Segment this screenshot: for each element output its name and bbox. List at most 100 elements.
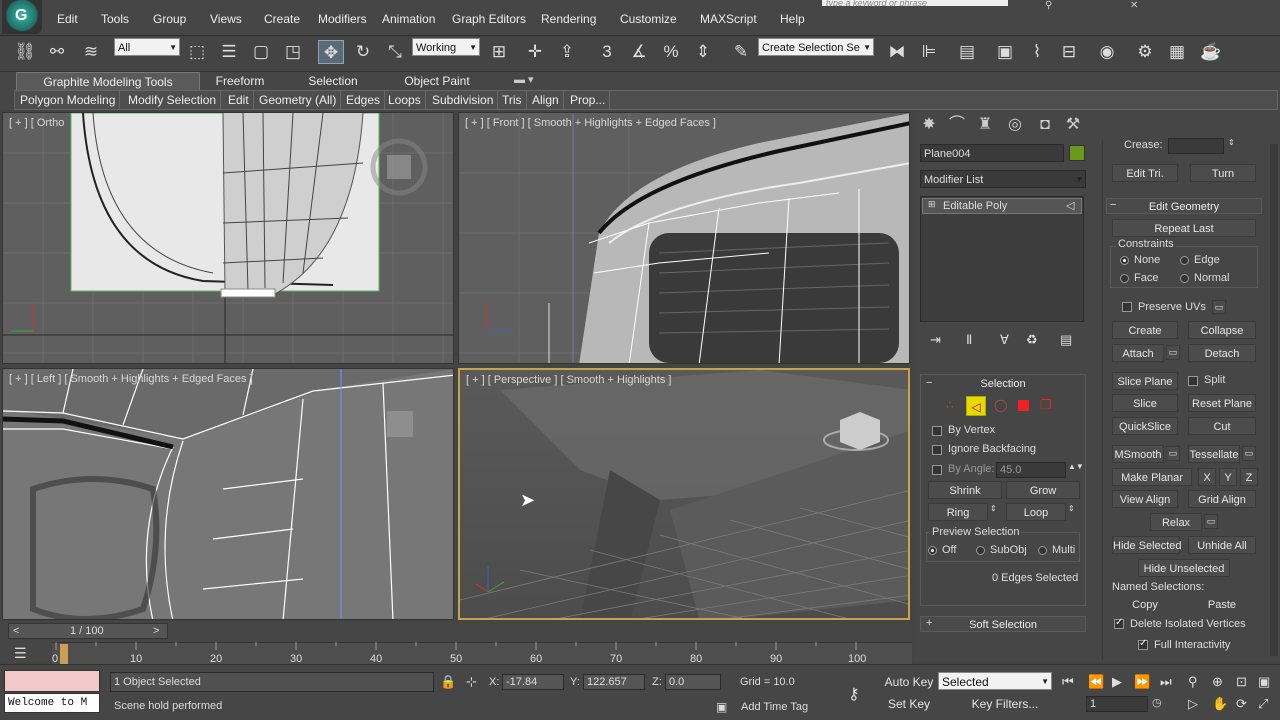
edit-geometry-title[interactable]: Edit Geometry <box>1106 198 1262 214</box>
edit-geometry-collapse-icon[interactable]: − <box>1110 199 1116 211</box>
zoom-all-icon[interactable]: ⊕ <box>1212 674 1223 690</box>
menu-animation[interactable]: Animation <box>382 12 435 26</box>
rotate-icon[interactable]: ↻ <box>350 40 376 64</box>
loop-button[interactable]: Loop <box>1006 503 1066 521</box>
preserve-uvs-checkbox[interactable] <box>1122 302 1132 312</box>
menu-help[interactable]: Help <box>780 12 805 26</box>
auto-key-button[interactable]: Auto Key <box>884 673 934 691</box>
search-input[interactable]: type a keyword or phrase <box>822 0 1008 6</box>
layer-manager-icon[interactable]: ▤ <box>954 40 980 64</box>
menu-graph-editors[interactable]: Graph Editors <box>452 12 526 26</box>
y-coord-field[interactable]: 122.657 <box>583 674 645 690</box>
select-by-name-icon[interactable]: ☰ <box>216 40 242 64</box>
close-icon[interactable]: ✕ <box>1130 0 1138 11</box>
mirror-icon[interactable]: ⧓ <box>884 40 910 64</box>
viewport-left-label[interactable]: [ + ] [ Left ] [ Smooth + Highlights + E… <box>9 373 253 385</box>
crease-spinner[interactable] <box>1168 138 1224 154</box>
relax-button[interactable]: Relax <box>1150 513 1202 531</box>
split-checkbox[interactable] <box>1188 376 1198 386</box>
tessellate-button[interactable]: Tessellate <box>1188 445 1240 463</box>
maxscript-listener-top[interactable] <box>4 670 100 692</box>
preview-off-radio[interactable] <box>928 546 937 555</box>
preview-subobj-radio[interactable] <box>976 546 985 555</box>
angle-snap-icon[interactable]: ∡ <box>626 40 652 64</box>
x-coord-field[interactable]: -17.84 <box>502 674 564 690</box>
msmooth-button[interactable]: MSmooth <box>1112 445 1164 463</box>
add-time-tag-button[interactable]: Add Time Tag <box>741 701 808 713</box>
rollout-collapse-icon[interactable]: − <box>926 377 932 389</box>
constraint-face-radio[interactable] <box>1120 274 1129 283</box>
slice-plane-button[interactable]: Slice Plane <box>1112 372 1178 390</box>
relax-settings-button[interactable]: ▭ <box>1204 514 1218 529</box>
reset-plane-button[interactable]: Reset Plane <box>1188 394 1256 412</box>
menu-customize[interactable]: Customize <box>620 12 677 26</box>
menu-maxscript[interactable]: MAXScript <box>700 12 757 26</box>
stack-expand-icon[interactable]: ⊞ <box>928 199 936 210</box>
constraint-none-radio[interactable] <box>1120 256 1129 265</box>
polygon-subobject-icon[interactable] <box>1018 400 1029 411</box>
absolute-mode-icon[interactable]: ⊹ <box>466 674 477 690</box>
ribbon-geometry-all[interactable]: Geometry (All) <box>255 91 342 109</box>
make-unique-icon[interactable]: ∀ <box>1000 332 1009 348</box>
ribbon-loops[interactable]: Loops <box>384 91 426 109</box>
hide-selected-button[interactable]: Hide Selected <box>1112 536 1182 554</box>
viewport-left[interactable]: [ + ] [ Left ] [ Smooth + Highlights + E… <box>2 368 454 620</box>
vertex-subobject-icon[interactable]: ∴ <box>946 398 954 412</box>
configure-sets-icon[interactable]: ▤ <box>1060 332 1072 348</box>
snap-toggle-icon[interactable]: 3 <box>594 40 620 64</box>
planar-x-button[interactable]: X <box>1198 468 1216 486</box>
zoom-extents-all-icon[interactable]: ▣ <box>1258 674 1270 690</box>
select-object-icon[interactable]: ⬚ <box>184 40 210 64</box>
viewport-perspective-label[interactable]: [ + ] [ Perspective ] [ Smooth + Highlig… <box>466 374 671 386</box>
tessellate-settings-button[interactable]: ▭ <box>1242 446 1256 461</box>
border-subobject-icon[interactable]: ◯ <box>994 398 1007 412</box>
modify-panel-icon[interactable]: ⌒ <box>946 114 968 136</box>
rectangular-selection-icon[interactable]: ▢ <box>248 40 274 64</box>
unlink-icon[interactable]: ⚯ <box>44 40 70 64</box>
ribbon-polygon-modeling[interactable]: Polygon Modeling <box>16 91 121 109</box>
command-panel-scrollbar[interactable] <box>1270 144 1278 656</box>
graphite-toggle-icon[interactable]: ▣ <box>992 40 1018 64</box>
play-icon[interactable]: ▶ <box>1112 674 1122 690</box>
menu-tools[interactable]: Tools <box>101 12 129 26</box>
schematic-view-icon[interactable]: ⊟ <box>1056 40 1082 64</box>
go-to-end-icon[interactable]: ⏭ <box>1160 674 1172 690</box>
planar-z-button[interactable]: Z <box>1240 468 1258 486</box>
element-subobject-icon[interactable]: ❒ <box>1040 397 1052 413</box>
ribbon-options-icon[interactable]: ▬ ▾ <box>514 73 534 86</box>
ribbon-properties[interactable]: Prop... <box>566 91 611 109</box>
copy-button[interactable]: Copy <box>1112 596 1178 614</box>
coordinate-system-dropdown[interactable]: Working <box>412 38 480 57</box>
quickslice-button[interactable]: QuickSlice <box>1112 417 1178 435</box>
time-tag-icon[interactable]: ▣ <box>716 700 727 714</box>
selection-rollout-title[interactable]: Selection <box>922 376 1084 392</box>
ribbon-modify-selection[interactable]: Modify Selection <box>124 91 222 109</box>
viewport-front-label[interactable]: [ + ] [ Front ] [ Smooth + Highlights + … <box>465 117 716 129</box>
detach-button[interactable]: Detach <box>1188 344 1256 362</box>
menu-rendering[interactable]: Rendering <box>541 12 596 26</box>
unhide-all-button[interactable]: Unhide All <box>1188 536 1256 554</box>
pin-stack-icon[interactable]: ⇥ <box>930 332 941 348</box>
current-frame-field[interactable]: 1 <box>1086 696 1148 712</box>
slice-button[interactable]: Slice <box>1112 394 1178 412</box>
mini-curve-editor-icon[interactable]: ☰ <box>14 645 27 662</box>
pivot-center-icon[interactable]: ⊞ <box>486 40 512 64</box>
move-icon[interactable]: ✥ <box>318 40 344 64</box>
link-icon[interactable]: ⛓ <box>12 40 38 64</box>
crease-spinner-arrows[interactable]: ⇕ <box>1228 138 1235 147</box>
show-end-result-icon[interactable]: Ⅱ <box>966 332 972 348</box>
ignore-backfacing-checkbox[interactable] <box>932 445 942 455</box>
menu-create[interactable]: Create <box>264 12 300 26</box>
hierarchy-panel-icon[interactable]: ♜ <box>974 114 996 136</box>
display-panel-icon[interactable]: ◘ <box>1034 114 1056 136</box>
viewport-top-label[interactable]: [ + ] [ Ortho <box>9 117 64 129</box>
spinner-snap-icon[interactable]: ⇕ <box>690 40 716 64</box>
set-key-button[interactable]: Set Key <box>884 695 934 713</box>
viewport-front[interactable]: [ + ] [ Front ] [ Smooth + Highlights + … <box>458 112 910 364</box>
align-icon[interactable]: ⊫ <box>916 40 942 64</box>
pan-view-icon[interactable]: ✋ <box>1212 696 1228 712</box>
orbit-icon[interactable]: ⟳ <box>1236 696 1247 712</box>
soft-selection-rollout[interactable]: Soft Selection <box>920 616 1086 632</box>
maximize-viewport-icon[interactable]: ⤢ <box>1258 696 1268 712</box>
constraint-edge-radio[interactable] <box>1180 256 1189 265</box>
